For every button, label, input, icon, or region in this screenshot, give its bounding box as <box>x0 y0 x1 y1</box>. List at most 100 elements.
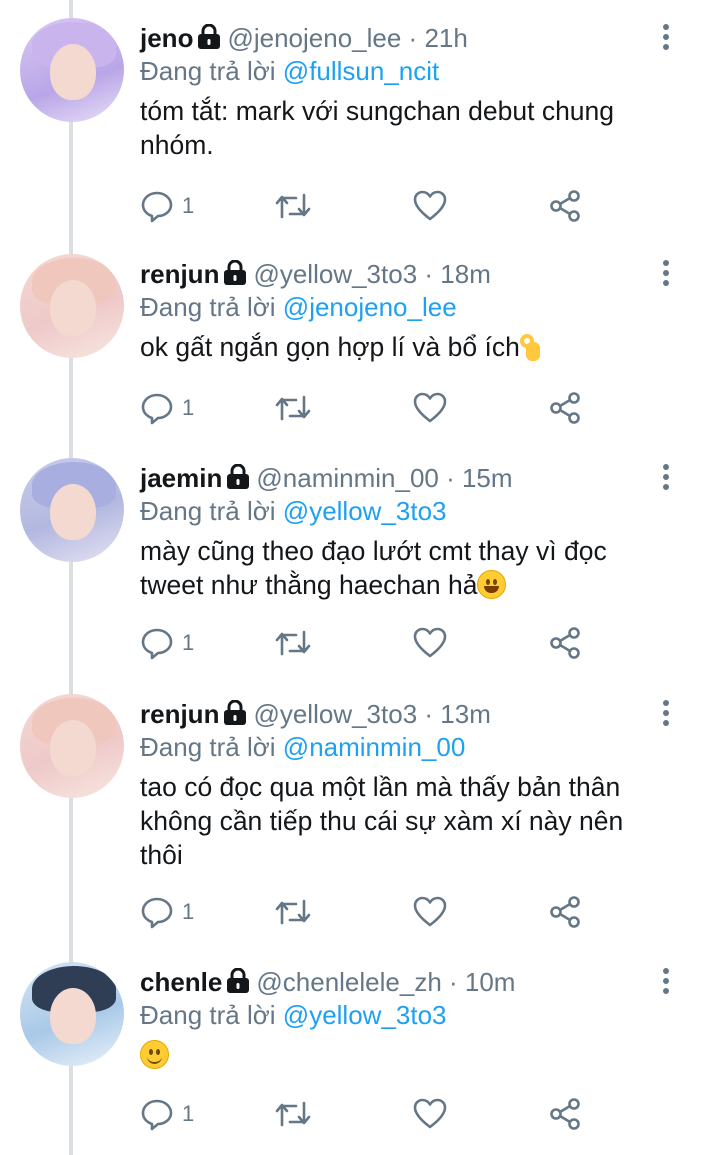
user-handle[interactable]: @naminmin_00 <box>256 463 438 493</box>
heart-icon <box>413 190 447 221</box>
heart-icon <box>413 1098 447 1129</box>
share-button[interactable] <box>548 186 582 226</box>
avatar[interactable] <box>20 962 124 1066</box>
share-button[interactable] <box>548 623 582 663</box>
reply-count: 1 <box>182 193 195 218</box>
share-button[interactable] <box>548 892 582 932</box>
timestamp[interactable]: 15m <box>462 463 513 493</box>
retweet-button[interactable] <box>274 186 312 226</box>
separator-dot: · <box>441 967 465 997</box>
avatar[interactable] <box>20 694 124 798</box>
user-handle[interactable]: @chenlelele_zh <box>256 967 441 997</box>
tweet-actions: 1 <box>140 623 600 663</box>
user-handle[interactable]: @jenojeno_lee <box>227 23 401 53</box>
reply-button[interactable]: 1 <box>140 892 194 932</box>
tweet-actions: 1 <box>140 1094 600 1134</box>
avatar[interactable] <box>20 18 124 122</box>
more-options-icon[interactable] <box>660 700 672 728</box>
separator-dot: · <box>438 463 462 493</box>
retweet-icon <box>275 1101 311 1127</box>
tweet-header: renjun @yellow_3to3 · 13m <box>140 696 491 732</box>
tweet-header: renjun @yellow_3to3 · 18m <box>140 256 491 292</box>
reply-to-handle[interactable]: @yellow_3to3 <box>283 496 447 526</box>
more-options-icon[interactable] <box>660 260 672 288</box>
share-icon <box>550 627 580 659</box>
retweet-button[interactable] <box>274 892 312 932</box>
reply-icon <box>141 191 173 223</box>
share-icon <box>550 896 580 928</box>
reply-count: 1 <box>182 899 195 924</box>
display-name[interactable]: chenle <box>140 967 222 997</box>
retweet-button[interactable] <box>274 388 312 428</box>
reply-to-handle[interactable]: @fullsun_ncit <box>283 56 439 86</box>
reply-icon <box>141 628 173 660</box>
like-button[interactable] <box>413 1094 447 1134</box>
like-button[interactable] <box>413 388 447 428</box>
reply-count: 1 <box>182 1101 195 1126</box>
retweet-icon <box>275 395 311 421</box>
avatar[interactable] <box>20 458 124 562</box>
lock-icon <box>227 464 250 489</box>
reply-to-handle[interactable]: @jenojeno_lee <box>283 292 457 322</box>
more-options-icon[interactable] <box>660 464 672 492</box>
display-name[interactable]: renjun <box>140 699 219 729</box>
reply-icon <box>141 897 173 929</box>
reply-icon <box>141 1099 173 1131</box>
tweet-actions: 1 <box>140 892 600 932</box>
reply-button[interactable]: 1 <box>140 388 194 428</box>
avatar[interactable] <box>20 254 124 358</box>
tweet-text <box>140 1038 660 1072</box>
replying-to-label: Đang trả lời <box>140 732 276 762</box>
reply-icon <box>141 393 173 425</box>
like-button[interactable] <box>413 892 447 932</box>
like-button[interactable] <box>413 186 447 226</box>
tweet-text-content: tao có đọc qua một lần mà thấy bản thân … <box>140 772 624 870</box>
lock-icon <box>224 700 247 725</box>
timestamp[interactable]: 10m <box>465 967 516 997</box>
more-options-icon[interactable] <box>660 968 672 996</box>
heart-icon <box>413 392 447 423</box>
user-handle[interactable]: @yellow_3to3 <box>253 259 417 289</box>
tweet-header: jaemin @naminmin_00 · 15m <box>140 460 513 496</box>
tweet-text-content: tóm tắt: mark với sungchan debut chung n… <box>140 96 615 160</box>
replying-to-label: Đang trả lời <box>140 1000 276 1030</box>
reply-count: 1 <box>182 395 195 420</box>
separator-dot: · <box>417 259 441 289</box>
display-name[interactable]: jeno <box>140 23 193 53</box>
timestamp[interactable]: 18m <box>440 259 491 289</box>
tweet-text: tao có đọc qua một lần mà thấy bản thân … <box>140 770 660 872</box>
display-name[interactable]: jaemin <box>140 463 222 493</box>
share-icon <box>550 1098 580 1130</box>
display-name[interactable]: renjun <box>140 259 219 289</box>
tweet-text: tóm tắt: mark với sungchan debut chung n… <box>140 94 660 162</box>
user-handle[interactable]: @yellow_3to3 <box>253 699 417 729</box>
tweet-header: jeno @jenojeno_lee · 21h <box>140 20 468 56</box>
retweet-icon <box>275 630 311 656</box>
replying-to: Đang trả lời @yellow_3to3 <box>140 494 447 528</box>
reply-button[interactable]: 1 <box>140 1094 194 1134</box>
heart-icon <box>413 627 447 658</box>
retweet-button[interactable] <box>274 1094 312 1134</box>
reply-count: 1 <box>182 630 195 655</box>
slightly-smiling-face-emoji <box>140 1040 169 1069</box>
replying-to: Đang trả lời @naminmin_00 <box>140 730 465 764</box>
share-icon <box>550 190 580 222</box>
reply-button[interactable]: 1 <box>140 623 194 663</box>
retweet-icon <box>275 899 311 925</box>
replying-to-label: Đang trả lời <box>140 292 276 322</box>
reply-button[interactable]: 1 <box>140 186 194 226</box>
timestamp[interactable]: 13m <box>440 699 491 729</box>
tweet-text: mày cũng theo đạo lướt cmt thay vì đọc t… <box>140 534 660 602</box>
reply-to-handle[interactable]: @naminmin_00 <box>283 732 465 762</box>
reply-to-handle[interactable]: @yellow_3to3 <box>283 1000 447 1030</box>
more-options-icon[interactable] <box>660 24 672 52</box>
timestamp[interactable]: 21h <box>424 23 467 53</box>
share-icon <box>550 392 580 424</box>
retweet-icon <box>275 193 311 219</box>
tweet-text: ok gất ngắn gọn hợp lí và bổ ích <box>140 330 660 364</box>
share-button[interactable] <box>548 388 582 428</box>
ok-hand-emoji <box>519 334 542 362</box>
like-button[interactable] <box>413 623 447 663</box>
retweet-button[interactable] <box>274 623 312 663</box>
share-button[interactable] <box>548 1094 582 1134</box>
